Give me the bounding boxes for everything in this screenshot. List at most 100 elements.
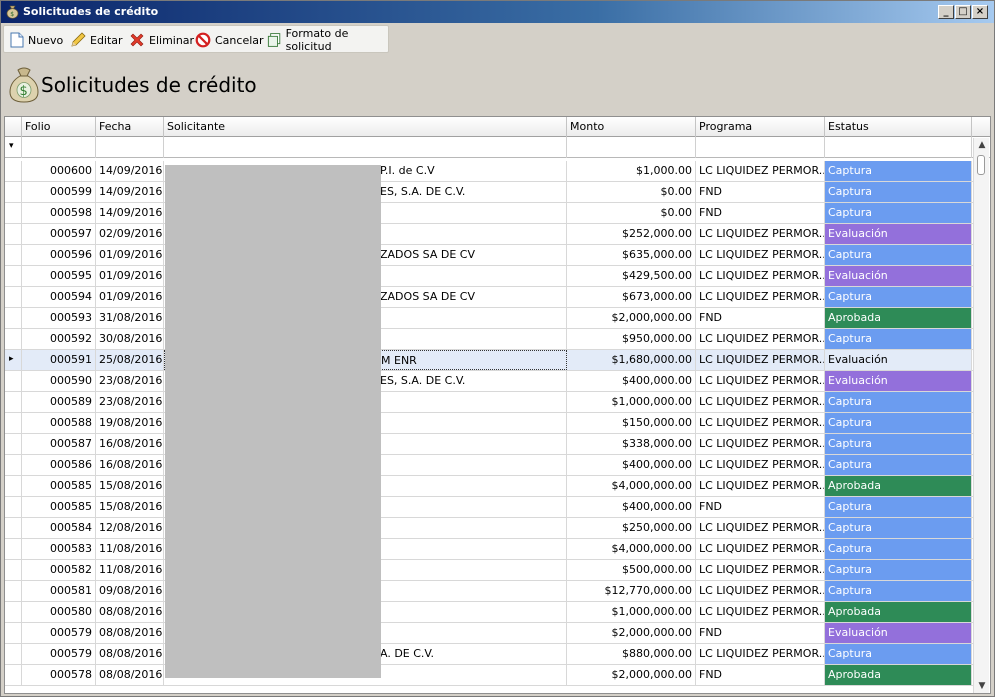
cell-fecha[interactable]: 01/09/2016 bbox=[96, 287, 164, 307]
table-row[interactable]: 000590 23/08/2016 ES, S.A. DE C.V. $400,000… bbox=[5, 371, 973, 392]
column-header-fecha[interactable]: Fecha bbox=[96, 117, 164, 137]
row-indicator[interactable] bbox=[5, 476, 22, 496]
cell-folio[interactable]: 000593 bbox=[22, 308, 96, 328]
cell-fecha[interactable]: 11/08/2016 bbox=[96, 560, 164, 580]
row-indicator[interactable] bbox=[5, 665, 22, 685]
table-row[interactable]: 000593 31/08/2016 $2,000,000.00 FND Aprobada bbox=[5, 308, 973, 329]
cell-estatus[interactable]: Captura bbox=[825, 392, 972, 412]
delete-button[interactable]: Eliminar bbox=[129, 30, 194, 50]
cell-folio[interactable]: 000580 bbox=[22, 602, 96, 622]
cell-programa[interactable]: LC LIQUIDEZ PERMOR... bbox=[696, 392, 825, 412]
row-indicator[interactable] bbox=[5, 161, 22, 181]
cell-folio[interactable]: 000588 bbox=[22, 413, 96, 433]
table-row[interactable]: 000583 11/08/2016 $4,000,000.00 LC LIQUIDEZ… bbox=[5, 539, 973, 560]
cell-estatus[interactable]: Evaluación bbox=[825, 371, 972, 391]
cell-programa[interactable]: FND bbox=[696, 308, 825, 328]
cell-folio[interactable]: 000581 bbox=[22, 581, 96, 601]
cell-monto[interactable]: $400,000.00 bbox=[567, 497, 696, 517]
cell-programa[interactable]: FND bbox=[696, 203, 825, 223]
row-indicator[interactable] bbox=[5, 329, 22, 349]
cell-folio[interactable]: 000579 bbox=[22, 623, 96, 643]
cell-fecha[interactable]: 15/08/2016 bbox=[96, 497, 164, 517]
new-button[interactable]: Nuevo bbox=[10, 30, 63, 50]
row-indicator[interactable] bbox=[5, 371, 22, 391]
cell-folio[interactable]: 000596 bbox=[22, 245, 96, 265]
cell-programa[interactable]: LC LIQUIDEZ PERMOR... bbox=[696, 413, 825, 433]
filter-solicitante[interactable] bbox=[164, 137, 567, 158]
cell-fecha[interactable]: 23/08/2016 bbox=[96, 392, 164, 412]
row-indicator[interactable] bbox=[5, 224, 22, 244]
table-row[interactable]: 000587 16/08/2016 $338,000.00 LC LIQUIDEZ P… bbox=[5, 434, 973, 455]
cell-monto[interactable]: $12,770,000.00 bbox=[567, 581, 696, 601]
column-header-solicitante[interactable]: Solicitante bbox=[164, 117, 567, 137]
table-row[interactable]: 000600 14/09/2016 P.I. de C.V $1,000.00 LC L… bbox=[5, 161, 973, 182]
table-row[interactable]: 000597 02/09/2016 $252,000.00 LC LIQUIDEZ P… bbox=[5, 224, 973, 245]
cell-programa[interactable]: FND bbox=[696, 182, 825, 202]
filter-folio[interactable] bbox=[22, 137, 96, 158]
cell-fecha[interactable]: 01/09/2016 bbox=[96, 266, 164, 286]
cell-fecha[interactable]: 16/08/2016 bbox=[96, 455, 164, 475]
cell-folio[interactable]: 000594 bbox=[22, 287, 96, 307]
cell-monto[interactable]: $252,000.00 bbox=[567, 224, 696, 244]
cell-folio[interactable]: 000582 bbox=[22, 560, 96, 580]
row-indicator[interactable] bbox=[5, 455, 22, 475]
row-indicator[interactable] bbox=[5, 308, 22, 328]
cell-monto[interactable]: $2,000,000.00 bbox=[567, 665, 696, 685]
cell-fecha[interactable]: 08/08/2016 bbox=[96, 602, 164, 622]
row-indicator[interactable] bbox=[5, 560, 22, 580]
cell-monto[interactable]: $1,000,000.00 bbox=[567, 602, 696, 622]
cell-monto[interactable]: $429,500.00 bbox=[567, 266, 696, 286]
row-indicator[interactable] bbox=[5, 266, 22, 286]
cell-programa[interactable]: FND bbox=[696, 497, 825, 517]
cell-fecha[interactable]: 01/09/2016 bbox=[96, 245, 164, 265]
table-row[interactable]: 000589 23/08/2016 $1,000,000.00 LC LIQUIDEZ… bbox=[5, 392, 973, 413]
scroll-thumb[interactable] bbox=[977, 155, 985, 175]
vertical-scrollbar[interactable]: ▲ ▼ bbox=[973, 138, 989, 693]
cell-estatus[interactable]: Aprobada bbox=[825, 476, 972, 496]
table-row[interactable]: 000585 15/08/2016 $4,000,000.00 LC LIQUIDEZ… bbox=[5, 476, 973, 497]
maximize-button[interactable]: □ bbox=[955, 5, 971, 19]
cell-fecha[interactable]: 19/08/2016 bbox=[96, 413, 164, 433]
row-indicator[interactable] bbox=[5, 497, 22, 517]
cell-fecha[interactable]: 15/08/2016 bbox=[96, 476, 164, 496]
cell-estatus[interactable]: Captura bbox=[825, 434, 972, 454]
filter-icon[interactable]: ▾ bbox=[5, 137, 22, 158]
cell-monto[interactable]: $1,000.00 bbox=[567, 161, 696, 181]
cell-fecha[interactable]: 09/08/2016 bbox=[96, 581, 164, 601]
table-row[interactable]: ▸ 000591 25/08/2016 M ENR $1,680,000.00 LC LI… bbox=[5, 350, 973, 371]
cell-fecha[interactable]: 11/08/2016 bbox=[96, 539, 164, 559]
cell-folio[interactable]: 000590 bbox=[22, 371, 96, 391]
cell-fecha[interactable]: 23/08/2016 bbox=[96, 371, 164, 391]
close-button[interactable]: × bbox=[972, 5, 988, 19]
cell-folio[interactable]: 000595 bbox=[22, 266, 96, 286]
cell-folio[interactable]: 000592 bbox=[22, 329, 96, 349]
cell-estatus[interactable]: Aprobada bbox=[825, 308, 972, 328]
cell-monto[interactable]: $2,000,000.00 bbox=[567, 308, 696, 328]
cell-folio[interactable]: 000579 bbox=[22, 644, 96, 664]
row-indicator[interactable] bbox=[5, 434, 22, 454]
cell-estatus[interactable]: Evaluación bbox=[825, 266, 972, 286]
cell-programa[interactable]: LC LIQUIDEZ PERMOR... bbox=[696, 224, 825, 244]
table-row[interactable]: 000592 30/08/2016 $950,000.00 LC LIQUIDEZ P… bbox=[5, 329, 973, 350]
minimize-button[interactable]: _ bbox=[938, 5, 954, 19]
cell-estatus[interactable]: Captura bbox=[825, 581, 972, 601]
cell-folio[interactable]: 000597 bbox=[22, 224, 96, 244]
row-indicator[interactable] bbox=[5, 413, 22, 433]
table-row[interactable]: 000578 08/08/2016 $2,000,000.00 FND Aprobada bbox=[5, 665, 973, 686]
row-indicator[interactable] bbox=[5, 581, 22, 601]
table-row[interactable]: 000595 01/09/2016 $429,500.00 LC LIQUIDEZ P… bbox=[5, 266, 973, 287]
row-indicator[interactable] bbox=[5, 245, 22, 265]
cell-programa[interactable]: LC LIQUIDEZ PERMOR... bbox=[696, 329, 825, 349]
cell-programa[interactable]: LC LIQUIDEZ PERMOR... bbox=[696, 245, 825, 265]
cell-fecha[interactable]: 02/09/2016 bbox=[96, 224, 164, 244]
cell-estatus[interactable]: Captura bbox=[825, 413, 972, 433]
table-row[interactable]: 000579 08/08/2016 $2,000,000.00 FND Evaluaci… bbox=[5, 623, 973, 644]
cell-estatus[interactable]: Captura bbox=[825, 245, 972, 265]
cell-estatus[interactable]: Evaluación bbox=[825, 350, 972, 370]
table-row[interactable]: 000581 09/08/2016 $12,770,000.00 LC LIQUIDE… bbox=[5, 581, 973, 602]
column-header-programa[interactable]: Programa bbox=[696, 117, 825, 137]
column-header-folio[interactable]: Folio bbox=[22, 117, 96, 137]
cell-estatus[interactable]: Captura bbox=[825, 161, 972, 181]
row-indicator[interactable] bbox=[5, 623, 22, 643]
table-row[interactable]: 000580 08/08/2016 $1,000,000.00 LC LIQUIDEZ… bbox=[5, 602, 973, 623]
